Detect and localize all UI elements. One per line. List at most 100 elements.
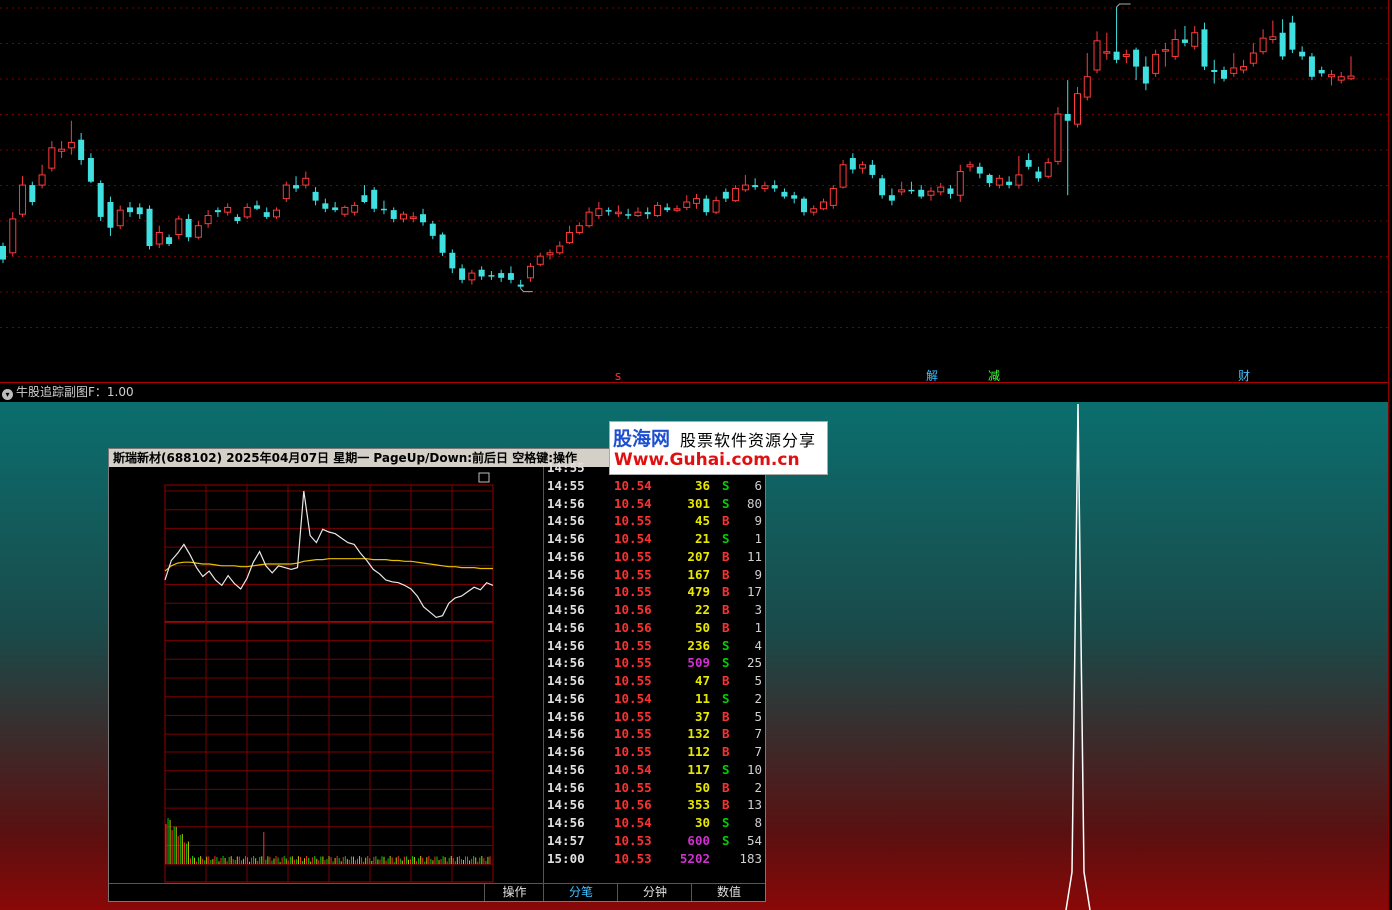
candle-body — [146, 208, 153, 247]
tick-count: 7 — [754, 726, 762, 742]
tab-operate[interactable]: 操作 — [484, 884, 544, 901]
tick-side: S — [722, 690, 730, 706]
tick-price: 10.55 — [614, 566, 652, 582]
tick-volume: 207 — [687, 548, 710, 564]
candle-body — [791, 195, 798, 199]
tick-time: 14:56 — [547, 566, 585, 582]
candle-body — [1201, 29, 1208, 67]
tick-volume: 301 — [687, 495, 710, 511]
candle-body — [166, 237, 173, 244]
candle-body — [927, 190, 935, 196]
tick-time: 14:56 — [547, 815, 585, 830]
candle-body — [976, 166, 983, 174]
tick-row[interactable]: 14:56 10.56 50 B 1 — [544, 619, 766, 637]
tick-row[interactable]: 14:56 10.55 37 B 5 — [544, 708, 766, 726]
tick-row[interactable]: 14:56 10.55 236 S 4 — [544, 637, 766, 655]
candle-body — [995, 177, 1003, 186]
tick-row[interactable]: 14:56 10.54 30 S 8 — [544, 814, 766, 832]
kline-chart[interactable]: s解减财 — [0, 0, 1388, 383]
candle — [1259, 29, 1267, 55]
intraday-chart[interactable] — [109, 467, 543, 901]
tick-volume: 36 — [694, 477, 710, 493]
tick-row[interactable]: 14:56 10.54 301 S 80 — [544, 495, 766, 513]
collapse-icon[interactable]: ▾ — [2, 389, 13, 400]
tick-side: B — [722, 797, 730, 813]
candle-body — [58, 148, 66, 152]
candle-body — [722, 191, 729, 199]
tick-row[interactable]: 15:00 10.53 5202 183 — [544, 850, 766, 868]
tick-row[interactable]: 14:56 10.56 353 B 13 — [544, 796, 766, 814]
candle-body — [155, 231, 163, 245]
tick-count: 2 — [754, 779, 762, 795]
candle — [204, 210, 212, 228]
candle-body — [781, 191, 788, 197]
candle — [1025, 153, 1032, 170]
tick-row[interactable]: 14:56 10.54 117 S 10 — [544, 761, 766, 779]
candle — [791, 191, 798, 204]
tick-side: S — [722, 531, 730, 546]
candle — [449, 249, 456, 274]
candle-body — [566, 231, 574, 244]
tick-count: 8 — [754, 815, 762, 830]
tick-detail-window[interactable]: 斯瑞新材(688102) 2025年04月07日 星期一 PageUp/Down… — [108, 448, 766, 902]
high-pointer — [1116, 3, 1131, 8]
candle — [546, 249, 554, 260]
tick-count: 183 — [739, 850, 762, 866]
event-marker: 减 — [988, 369, 1000, 383]
candle — [1073, 86, 1081, 128]
candle-body — [361, 195, 368, 203]
candle-body — [673, 208, 681, 211]
candle — [741, 174, 749, 192]
tick-row[interactable]: 14:56 10.55 167 B 9 — [544, 566, 766, 584]
candle-body — [732, 187, 740, 202]
candle-body — [1299, 51, 1306, 57]
candle — [605, 207, 612, 216]
tick-row[interactable]: 14:56 10.55 207 B 11 — [544, 548, 766, 566]
tab-minute[interactable]: 分钟 — [617, 884, 692, 901]
tick-row[interactable]: 14:56 10.55 509 S 25 — [544, 654, 766, 672]
candle-body — [507, 273, 514, 280]
candle — [9, 212, 17, 257]
tick-row[interactable]: 14:56 10.55 45 B 9 — [544, 512, 766, 530]
tick-row[interactable]: 14:56 10.54 21 S 1 — [544, 530, 766, 548]
candle-body — [595, 208, 603, 217]
tick-volume: 132 — [687, 726, 710, 742]
tick-side: S — [722, 495, 730, 511]
candle-body — [312, 191, 319, 201]
candle-body — [937, 186, 945, 193]
candle-body — [1171, 39, 1179, 57]
tab-values[interactable]: 数值 — [691, 884, 766, 901]
candle-body — [1093, 40, 1101, 71]
tick-row[interactable]: 14:56 10.55 112 B 7 — [544, 743, 766, 761]
candle — [664, 203, 671, 213]
candle — [1221, 66, 1228, 82]
tick-row[interactable]: 14:56 10.54 11 S 2 — [544, 690, 766, 708]
tick-count: 54 — [746, 832, 762, 848]
intraday-svg — [164, 472, 494, 883]
tab-ticks[interactable]: 分笔 — [543, 884, 618, 901]
candle — [185, 214, 192, 242]
candle — [1269, 20, 1277, 43]
candle-body — [420, 214, 427, 223]
tick-row[interactable]: 14:56 10.55 47 B 5 — [544, 672, 766, 690]
tick-row[interactable]: 14:55 10.54 36 S 6 — [544, 477, 766, 495]
candle — [263, 207, 270, 219]
candle-body — [1044, 162, 1052, 177]
tick-row[interactable]: 14:56 10.56 22 B 3 — [544, 601, 766, 619]
tick-row[interactable]: 14:56 10.55 479 B 17 — [544, 583, 766, 601]
candle-body — [693, 198, 701, 204]
candle — [1103, 32, 1111, 60]
candle — [1249, 42, 1257, 67]
candle — [332, 202, 339, 213]
candle — [420, 208, 427, 226]
tick-list[interactable]: 14:55 10.54 4 1 S 2 14:55 10.54 36 S 6 14:56 10.54 30… — [543, 460, 766, 901]
candle-body — [1279, 32, 1286, 57]
candle — [1279, 19, 1286, 60]
tick-row[interactable]: 14:56 10.55 132 B 7 — [544, 725, 766, 743]
tick-volume: 167 — [687, 566, 710, 582]
tick-volume: 5202 — [679, 850, 710, 866]
candle — [1035, 166, 1042, 182]
tick-row[interactable]: 14:56 10.55 50 B 2 — [544, 779, 766, 797]
tick-row[interactable]: 14:57 10.53 600 S 54 — [544, 832, 766, 850]
logo-name: 股海网 — [613, 428, 671, 450]
